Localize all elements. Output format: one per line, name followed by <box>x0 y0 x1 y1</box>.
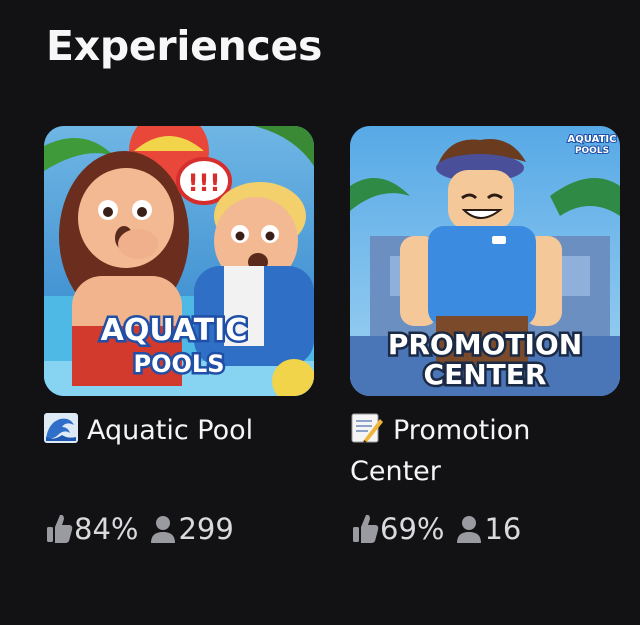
aquatic-logo-line-1: AQUATIC <box>101 313 248 348</box>
corner-logo-line-1: AQUATIC <box>568 134 617 145</box>
svg-text:!!!: !!! <box>188 169 221 197</box>
promotion-logo-line-1: PROMOTION <box>388 328 582 361</box>
experience-name: Aquatic Pool <box>87 415 254 446</box>
rating-stat: 69% <box>350 512 444 546</box>
rating-stat: 84% <box>44 512 138 546</box>
memo-emoji-icon <box>350 413 384 443</box>
experience-card-aquatic-pool[interactable]: !!! AQUATIC POOLS Aquatic Pool 84% 299 <box>44 126 316 546</box>
experience-card-promotion-center[interactable]: PROMOTION CENTER AQUATIC POOLS Promotion… <box>350 126 622 546</box>
experiences-page: Experiences !!! AQUATIC POOLS Aquatic Po… <box>0 0 640 625</box>
experience-thumbnail[interactable]: !!! AQUATIC POOLS <box>44 126 314 396</box>
promotion-center-artwork: PROMOTION CENTER AQUATIC POOLS <box>350 126 620 396</box>
players-value: 16 <box>484 512 522 546</box>
aquatic-logo-line-2: POOLS <box>134 350 225 378</box>
thumbs-up-icon <box>44 512 74 546</box>
corner-logo-line-2: POOLS <box>575 146 609 156</box>
person-icon <box>454 512 484 546</box>
experience-thumbnail[interactable]: PROMOTION CENTER AQUATIC POOLS <box>350 126 620 396</box>
wave-emoji-icon <box>44 413 78 443</box>
players-stat: 16 <box>454 512 521 546</box>
experience-stats: 69% 16 <box>350 512 521 546</box>
rating-value: 84% <box>74 512 139 546</box>
person-icon <box>148 512 178 546</box>
section-title: Experiences <box>46 22 323 70</box>
experience-title[interactable]: Aquatic Pool <box>44 410 316 451</box>
players-value: 299 <box>178 512 234 546</box>
experience-stats: 84% 299 <box>44 512 234 546</box>
players-stat: 299 <box>148 512 234 546</box>
promotion-logo-line-2: CENTER <box>424 358 547 391</box>
experience-title[interactable]: Promotion Center <box>350 410 622 492</box>
rating-value: 69% <box>380 512 445 546</box>
aquatic-pool-artwork: !!! AQUATIC POOLS <box>44 126 314 396</box>
thumbs-up-icon <box>350 512 380 546</box>
